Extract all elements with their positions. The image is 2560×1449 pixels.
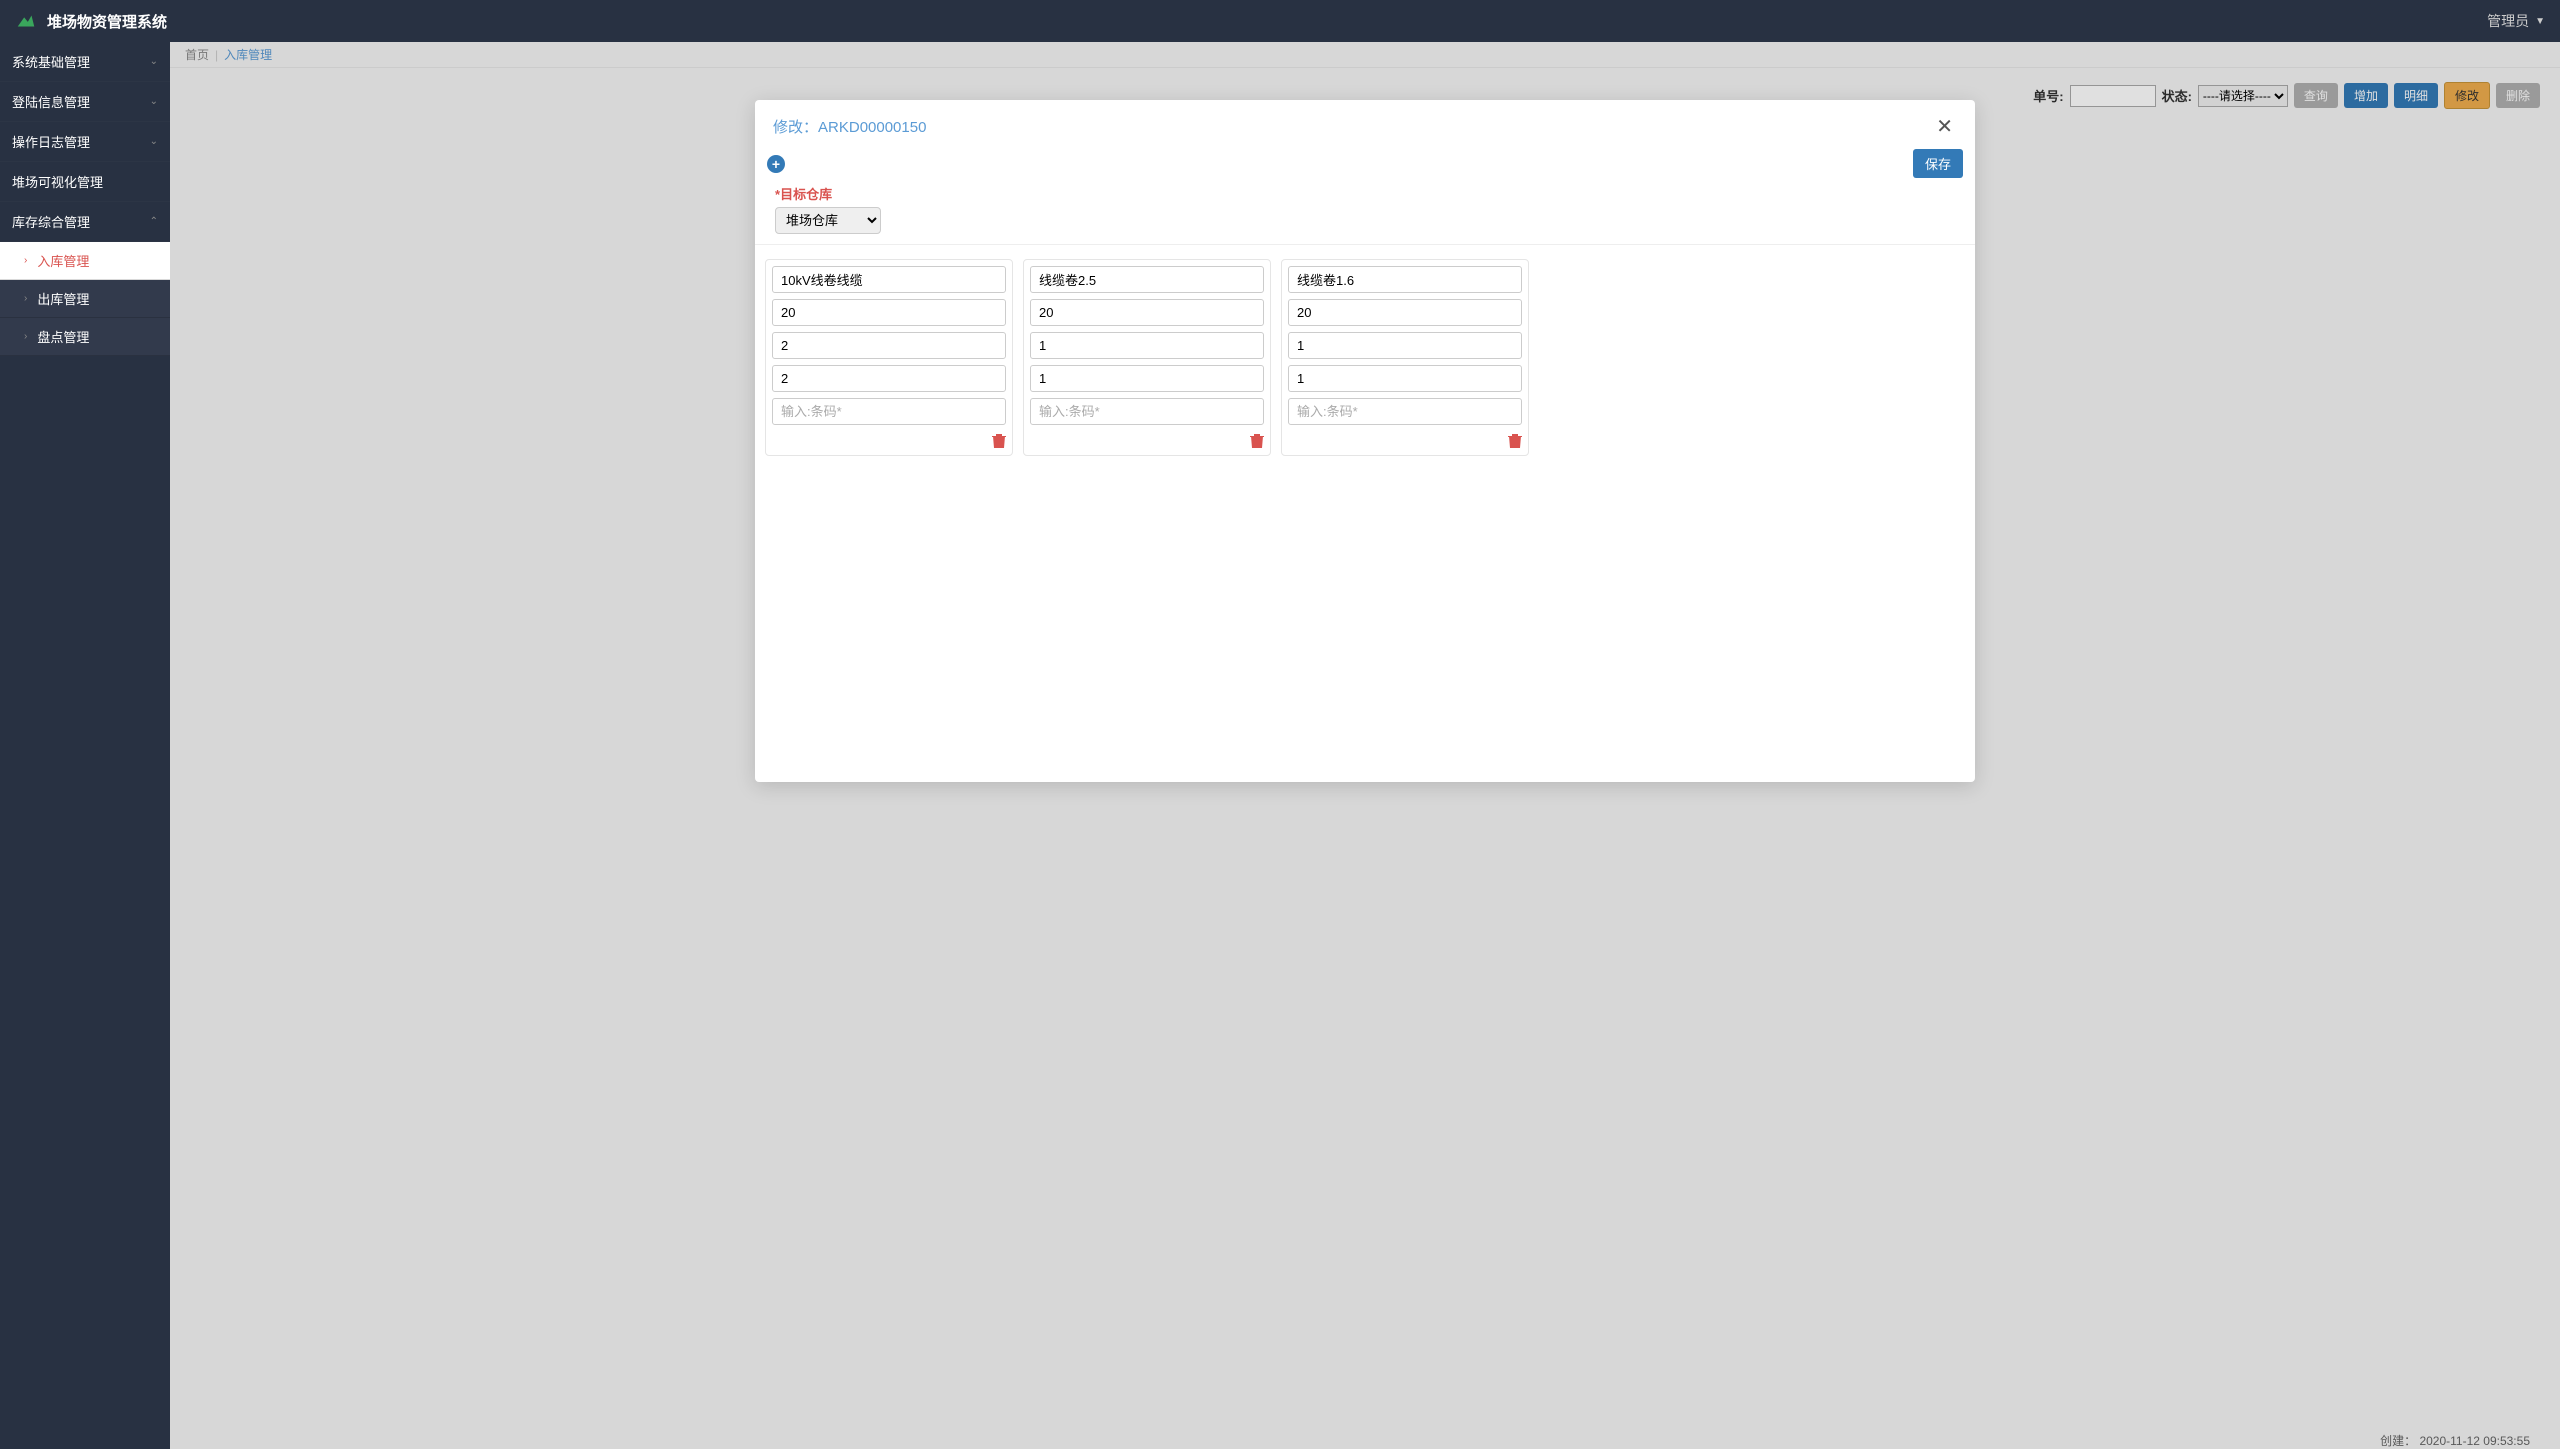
menu-label: 堆场可视化管理: [12, 172, 103, 191]
submenu-outbound[interactable]: › 出库管理: [0, 280, 170, 318]
target-warehouse-row: *目标仓库 堆场仓库: [755, 184, 1975, 245]
target-warehouse-select[interactable]: 堆场仓库: [775, 207, 881, 234]
target-label-text: 目标仓库: [780, 187, 832, 202]
menu-label: 操作日志管理: [12, 132, 90, 151]
modal-header: 修改：ARKD00000150 ✕: [755, 100, 1975, 143]
menu-login-info[interactable]: 登陆信息管理 ⌄: [0, 82, 170, 122]
user-label: 管理员: [2487, 11, 2529, 31]
menu-label: 库存综合管理: [12, 212, 90, 231]
modal-title-prefix: 修改：: [773, 119, 818, 136]
item-field-1[interactable]: [772, 299, 1006, 326]
item-card: [1023, 259, 1271, 456]
menu-system-base[interactable]: 系统基础管理 ⌄: [0, 42, 170, 82]
submenu-label: 入库管理: [37, 251, 89, 270]
main-content: 首页 | 入库管理 单号: 状态: ----请选择---- 查询 增加 明细 修…: [170, 42, 2560, 1449]
edit-modal: 修改：ARKD00000150 ✕ + 保存 *目标仓库 堆场仓库: [755, 100, 1975, 782]
menu-yard-visual[interactable]: 堆场可视化管理: [0, 162, 170, 202]
item-barcode-input[interactable]: [1030, 398, 1264, 425]
item-field-3[interactable]: [772, 365, 1006, 392]
close-icon[interactable]: ✕: [1932, 114, 1957, 139]
item-field-3[interactable]: [1288, 365, 1522, 392]
chevron-down-icon: ⌄: [150, 56, 158, 67]
modal-record-id: ARKD00000150: [818, 119, 926, 136]
modal-title: 修改：ARKD00000150: [773, 116, 926, 137]
item-name-input[interactable]: [1030, 266, 1264, 293]
item-name-input[interactable]: [772, 266, 1006, 293]
save-button[interactable]: 保存: [1913, 149, 1963, 178]
sidebar: 系统基础管理 ⌄ 登陆信息管理 ⌄ 操作日志管理 ⌄ 堆场可视化管理 库存综合管…: [0, 42, 170, 1449]
logo-icon: [15, 10, 37, 32]
trash-icon[interactable]: [1250, 433, 1264, 449]
submenu-stocktake[interactable]: › 盘点管理: [0, 318, 170, 356]
item-field-1[interactable]: [1288, 299, 1522, 326]
user-menu[interactable]: 管理员 ▼: [2487, 11, 2545, 31]
menu-label: 系统基础管理: [12, 52, 90, 71]
modal-toolbar: + 保存: [755, 143, 1975, 184]
submenu-inbound[interactable]: › 入库管理: [0, 242, 170, 280]
target-warehouse-label: *目标仓库: [775, 184, 1955, 203]
submenu-label: 盘点管理: [37, 327, 89, 346]
item-field-1[interactable]: [1030, 299, 1264, 326]
menu-op-log[interactable]: 操作日志管理 ⌄: [0, 122, 170, 162]
item-field-2[interactable]: [772, 332, 1006, 359]
item-barcode-input[interactable]: [1288, 398, 1522, 425]
item-barcode-input[interactable]: [772, 398, 1006, 425]
cards-container: [755, 245, 1975, 470]
add-row-button[interactable]: +: [767, 155, 785, 173]
submenu-label: 出库管理: [37, 289, 89, 308]
item-name-input[interactable]: [1288, 266, 1522, 293]
app-title: 堆场物资管理系统: [47, 11, 167, 32]
caret-down-icon: ▼: [2535, 16, 2545, 27]
menu-inventory[interactable]: 库存综合管理 ⌃: [0, 202, 170, 242]
chevron-up-icon: ⌃: [150, 216, 158, 227]
chevron-right-icon: ›: [24, 255, 27, 266]
item-field-2[interactable]: [1288, 332, 1522, 359]
item-card: [765, 259, 1013, 456]
topbar: 堆场物资管理系统 管理员 ▼: [0, 0, 2560, 42]
trash-icon[interactable]: [1508, 433, 1522, 449]
menu-label: 登陆信息管理: [12, 92, 90, 111]
trash-icon[interactable]: [992, 433, 1006, 449]
modal-overlay: 修改：ARKD00000150 ✕ + 保存 *目标仓库 堆场仓库: [170, 42, 2560, 1449]
item-field-3[interactable]: [1030, 365, 1264, 392]
item-card: [1281, 259, 1529, 456]
item-field-2[interactable]: [1030, 332, 1264, 359]
topbar-left: 堆场物资管理系统: [15, 10, 167, 32]
chevron-right-icon: ›: [24, 293, 27, 304]
chevron-right-icon: ›: [24, 331, 27, 342]
chevron-down-icon: ⌄: [150, 136, 158, 147]
chevron-down-icon: ⌄: [150, 96, 158, 107]
